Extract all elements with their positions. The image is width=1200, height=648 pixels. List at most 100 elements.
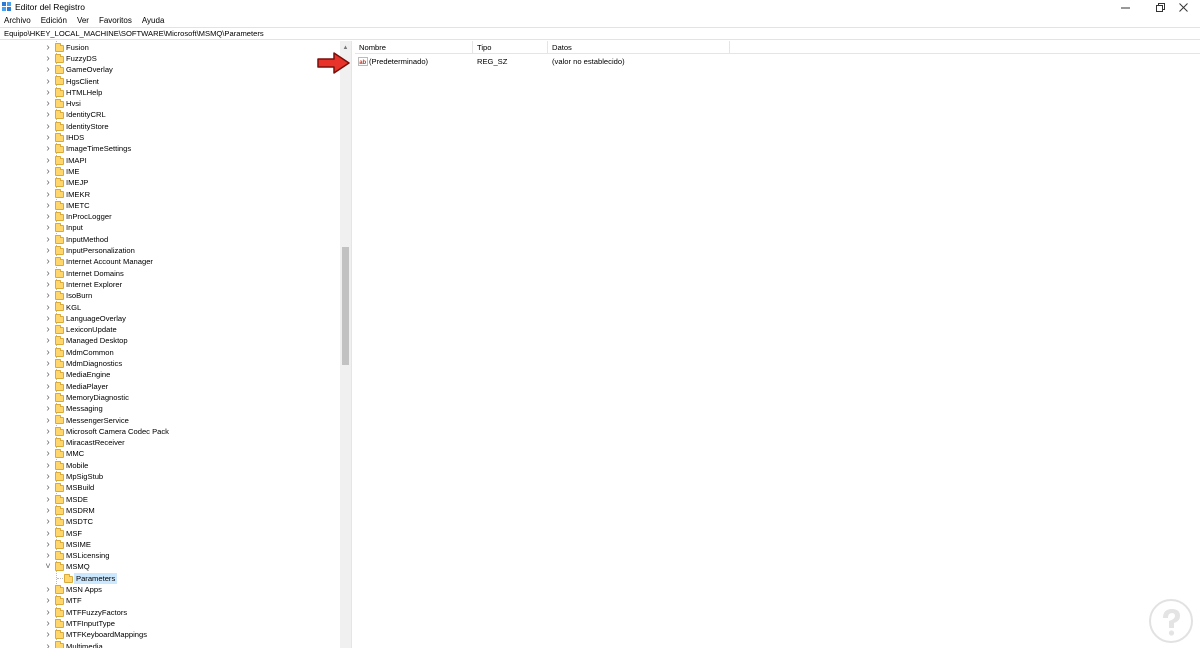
- tree-item[interactable]: › MiracastReceiver: [0, 437, 340, 448]
- column-header-name[interactable]: Nombre: [355, 41, 473, 54]
- chevron-right-icon[interactable]: ›: [45, 245, 51, 256]
- tree-item[interactable]: › HgsClient: [0, 75, 340, 87]
- tree-item[interactable]: › InputPersonalization: [0, 245, 340, 256]
- chevron-right-icon[interactable]: ›: [45, 313, 51, 324]
- chevron-right-icon[interactable]: ›: [45, 415, 51, 426]
- chevron-right-icon[interactable]: ›: [45, 234, 51, 245]
- tree-item[interactable]: › Fusion: [0, 42, 340, 53]
- chevron-right-icon[interactable]: ›: [45, 53, 51, 64]
- tree-item[interactable]: › MMC: [0, 448, 340, 459]
- tree-item[interactable]: › FuzzyDS: [0, 53, 340, 64]
- chevron-right-icon[interactable]: ›: [45, 392, 51, 403]
- chevron-right-icon[interactable]: ›: [45, 618, 51, 629]
- tree-item[interactable]: › LexiconUpdate: [0, 324, 340, 335]
- chevron-right-icon[interactable]: ›: [45, 211, 51, 222]
- chevron-right-icon[interactable]: ›: [45, 471, 51, 482]
- chevron-right-icon[interactable]: ›: [45, 335, 51, 346]
- menu-ver[interactable]: Ver: [72, 14, 94, 27]
- chevron-right-icon[interactable]: ›: [45, 290, 51, 301]
- chevron-right-icon[interactable]: ›: [45, 584, 51, 595]
- chevron-right-icon[interactable]: ›: [45, 279, 51, 290]
- menu-favoritos[interactable]: Favoritos: [94, 14, 137, 27]
- tree-item[interactable]: › MTFKeyboardMappings: [0, 629, 340, 640]
- tree-item[interactable]: › HTMLHelp: [0, 87, 340, 98]
- tree-item[interactable]: › InProcLogger: [0, 211, 340, 222]
- tree-item[interactable]: › MSDE: [0, 494, 340, 505]
- tree-item[interactable]: › MTF: [0, 595, 340, 606]
- tree-item[interactable]: › IMEKR: [0, 188, 340, 200]
- chevron-right-icon[interactable]: ›: [45, 64, 51, 75]
- tree-scrollbar[interactable]: ▲: [340, 41, 351, 648]
- chevron-right-icon[interactable]: ›: [45, 494, 51, 505]
- tree-item[interactable]: › MSDTC: [0, 516, 340, 527]
- chevron-right-icon[interactable]: ›: [45, 87, 51, 98]
- minimize-button[interactable]: [1108, 0, 1142, 14]
- tree-item[interactable]: › MediaEngine: [0, 369, 340, 380]
- tree-item[interactable]: › IMETC: [0, 200, 340, 211]
- chevron-right-icon[interactable]: ›: [45, 166, 51, 177]
- chevron-right-icon[interactable]: ›: [45, 381, 51, 392]
- chevron-right-icon[interactable]: ›: [45, 629, 51, 640]
- chevron-right-icon[interactable]: ›: [45, 76, 51, 87]
- chevron-right-icon[interactable]: ›: [45, 98, 51, 109]
- chevron-right-icon[interactable]: ›: [45, 121, 51, 132]
- values-list[interactable]: Nombre Tipo Datos ab (Predeterminado) RE…: [355, 41, 1200, 648]
- chevron-right-icon[interactable]: ›: [45, 516, 51, 527]
- menu-ayuda[interactable]: Ayuda: [137, 14, 170, 27]
- tree-item[interactable]: › Internet Explorer: [0, 279, 340, 290]
- column-header-type[interactable]: Tipo: [473, 41, 548, 54]
- tree-item[interactable]: › Internet Account Manager: [0, 256, 340, 267]
- chevron-right-icon[interactable]: ›: [45, 550, 51, 561]
- chevron-right-icon[interactable]: ›: [45, 403, 51, 414]
- chevron-right-icon[interactable]: ›: [45, 448, 51, 459]
- chevron-right-icon[interactable]: ›: [45, 437, 51, 448]
- tree-item[interactable]: › MediaPlayer: [0, 381, 340, 392]
- chevron-right-icon[interactable]: ›: [45, 482, 51, 493]
- close-button[interactable]: [1166, 0, 1200, 14]
- tree-item[interactable]: › Multimedia: [0, 640, 340, 648]
- chevron-right-icon[interactable]: ›: [45, 347, 51, 358]
- tree-item[interactable]: › IMAPI: [0, 155, 340, 166]
- chevron-right-icon[interactable]: ›: [45, 358, 51, 369]
- tree-item[interactable]: › MSLicensing: [0, 550, 340, 561]
- tree-item[interactable]: › IsoBurn: [0, 290, 340, 301]
- tree-item[interactable]: › IMEJP: [0, 177, 340, 188]
- chevron-right-icon[interactable]: ›: [45, 426, 51, 437]
- chevron-right-icon[interactable]: ›: [45, 268, 51, 279]
- tree-item[interactable]: › InputMethod: [0, 234, 340, 245]
- chevron-right-icon[interactable]: ›: [45, 177, 51, 188]
- tree-item[interactable]: › MSIME: [0, 539, 340, 550]
- chevron-down-icon[interactable]: ˅: [45, 561, 51, 572]
- tree-item[interactable]: › Internet Domains: [0, 268, 340, 279]
- chevron-right-icon[interactable]: ›: [45, 607, 51, 618]
- tree-item[interactable]: › MSF: [0, 527, 340, 539]
- value-row[interactable]: ab (Predeterminado) REG_SZ (valor no est…: [355, 56, 1200, 67]
- tree-item[interactable]: › IdentityStore: [0, 121, 340, 132]
- chevron-right-icon[interactable]: ›: [45, 505, 51, 516]
- tree-item[interactable]: › LanguageOverlay: [0, 313, 340, 324]
- address-bar[interactable]: Equipo\HKEY_LOCAL_MACHINE\SOFTWARE\Micro…: [0, 27, 1200, 40]
- tree-item[interactable]: › MSDRM: [0, 505, 340, 516]
- chevron-right-icon[interactable]: ›: [45, 595, 51, 606]
- scrollbar-thumb[interactable]: [342, 247, 349, 365]
- tree-item[interactable]: › GameOverlay: [0, 64, 340, 75]
- tree-item[interactable]: › MessengerService: [0, 414, 340, 426]
- registry-tree[interactable]: › Fusion › FuzzyDS › GameOverlay › HgsClient › HT…: [0, 41, 340, 648]
- menu-edicion[interactable]: Edición: [36, 14, 72, 27]
- tree-item[interactable]: › MpSigStub: [0, 471, 340, 482]
- tree-item[interactable]: › KGL: [0, 301, 340, 313]
- chevron-right-icon[interactable]: ›: [45, 302, 51, 313]
- tree-item[interactable]: › MSBuild: [0, 482, 340, 493]
- chevron-right-icon[interactable]: ›: [45, 143, 51, 154]
- tree-item[interactable]: › Hvsi: [0, 98, 340, 109]
- chevron-right-icon[interactable]: ›: [45, 42, 51, 53]
- tree-item[interactable]: › MdmDiagnostics: [0, 358, 340, 369]
- chevron-right-icon[interactable]: ›: [45, 460, 51, 471]
- tree-item[interactable]: › Microsoft Camera Codec Pack: [0, 426, 340, 437]
- tree-item[interactable]: › Input: [0, 222, 340, 233]
- tree-item[interactable]: › IME: [0, 166, 340, 177]
- chevron-right-icon[interactable]: ›: [45, 109, 51, 120]
- menu-archivo[interactable]: Archivo: [0, 14, 36, 27]
- tree-item[interactable]: › IHDS: [0, 132, 340, 143]
- chevron-right-icon[interactable]: ›: [45, 200, 51, 211]
